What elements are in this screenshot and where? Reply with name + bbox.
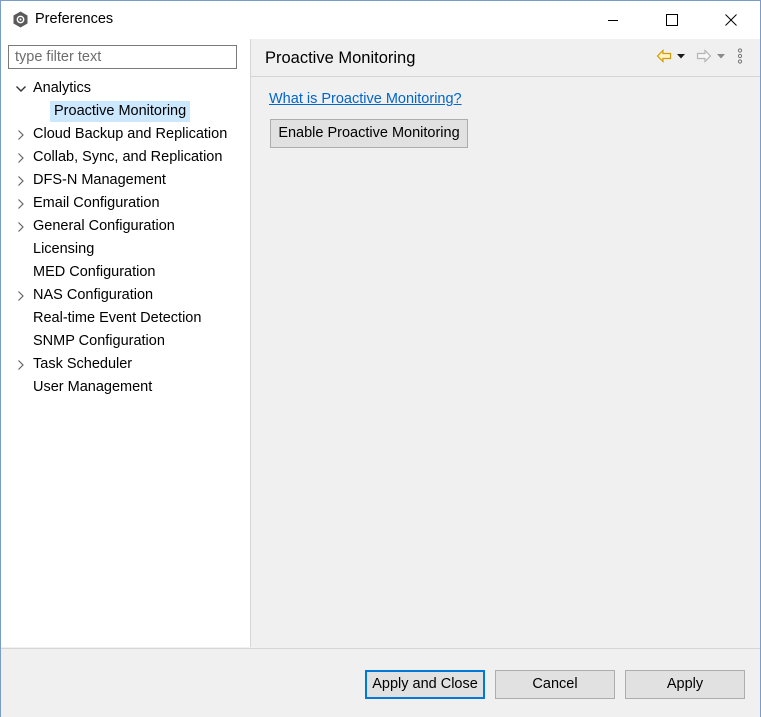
preference-page: Proactive Monitoring What is Proactive M… bbox=[251, 39, 760, 647]
page-header: Proactive Monitoring bbox=[251, 39, 760, 77]
minimize-icon bbox=[608, 20, 618, 21]
chevron-right-icon[interactable] bbox=[15, 198, 27, 210]
tree-item-label: DFS-N Management bbox=[33, 172, 166, 188]
chevron-right-icon[interactable] bbox=[15, 129, 27, 141]
maximize-button[interactable] bbox=[643, 1, 701, 39]
tree-item-label: General Configuration bbox=[33, 218, 175, 234]
chevron-right-icon[interactable] bbox=[15, 175, 27, 187]
tree-item-email[interactable]: Email Configuration bbox=[1, 192, 250, 215]
page-nav-toolbar bbox=[652, 47, 752, 67]
tree-item-label: Task Scheduler bbox=[33, 356, 133, 372]
dialog-footer: Apply and Close Cancel Apply bbox=[1, 648, 760, 717]
tree-item-cloud-backup[interactable]: Cloud Backup and Replication bbox=[1, 123, 250, 146]
tree-item-licensing[interactable]: Licensing bbox=[1, 238, 250, 261]
title-bar: Preferences bbox=[1, 1, 760, 39]
tree-item-label: Real-time Event Detection bbox=[33, 310, 202, 326]
tree-item-user-management[interactable]: User Management bbox=[1, 376, 250, 399]
maximize-icon bbox=[666, 14, 678, 26]
window-title: Preferences bbox=[35, 11, 114, 27]
forward-arrow-icon[interactable] bbox=[696, 47, 712, 65]
tree-item-label: Cloud Backup and Replication bbox=[33, 126, 228, 142]
tree-item-snmp[interactable]: SNMP Configuration bbox=[1, 330, 250, 353]
apply-and-close-button[interactable]: Apply and Close bbox=[365, 670, 485, 699]
chevron-right-icon[interactable] bbox=[15, 152, 27, 164]
back-dropdown-icon[interactable] bbox=[676, 47, 686, 65]
preferences-tree: Analytics Proactive Monitoring Cloud Bac… bbox=[1, 77, 250, 399]
chevron-down-icon[interactable] bbox=[15, 83, 27, 95]
tree-item-label: User Management bbox=[33, 379, 153, 395]
close-button[interactable] bbox=[702, 1, 760, 39]
help-link[interactable]: What is Proactive Monitoring? bbox=[269, 91, 462, 107]
tree-item-label: Analytics bbox=[33, 80, 92, 96]
chevron-right-icon[interactable] bbox=[15, 290, 27, 302]
close-icon bbox=[725, 14, 737, 26]
tree-item-proactive-monitoring[interactable]: Proactive Monitoring bbox=[1, 100, 250, 123]
tree-item-label: Licensing bbox=[33, 241, 95, 257]
tree-item-label: MED Configuration bbox=[33, 264, 156, 280]
tree-item-nas[interactable]: NAS Configuration bbox=[1, 284, 250, 307]
filter-input[interactable] bbox=[8, 45, 237, 69]
apply-button[interactable]: Apply bbox=[625, 670, 745, 699]
tree-item-label: NAS Configuration bbox=[33, 287, 154, 303]
tree-item-collab-sync[interactable]: Collab, Sync, and Replication bbox=[1, 146, 250, 169]
preferences-nav-pane: Analytics Proactive Monitoring Cloud Bac… bbox=[1, 39, 251, 647]
tree-item-med[interactable]: MED Configuration bbox=[1, 261, 250, 284]
tree-item-analytics[interactable]: Analytics bbox=[1, 77, 250, 100]
tree-item-task-scheduler[interactable]: Task Scheduler bbox=[1, 353, 250, 376]
chevron-right-icon[interactable] bbox=[15, 221, 27, 233]
tree-item-label: Email Configuration bbox=[33, 195, 160, 211]
tree-item-label: Proactive Monitoring bbox=[50, 101, 191, 122]
tree-item-dfs-n[interactable]: DFS-N Management bbox=[1, 169, 250, 192]
page-title: Proactive Monitoring bbox=[265, 49, 416, 67]
back-arrow-icon[interactable] bbox=[656, 47, 672, 65]
tree-item-label: SNMP Configuration bbox=[33, 333, 165, 349]
preferences-window: Preferences Analytics bbox=[0, 0, 761, 717]
chevron-right-icon[interactable] bbox=[15, 359, 27, 371]
forward-dropdown-icon[interactable] bbox=[716, 47, 726, 65]
tree-item-label: Collab, Sync, and Replication bbox=[33, 149, 223, 165]
tree-item-realtime-event[interactable]: Real-time Event Detection bbox=[1, 307, 250, 330]
app-gear-icon bbox=[12, 11, 29, 28]
enable-proactive-monitoring-button[interactable]: Enable Proactive Monitoring bbox=[270, 119, 468, 148]
cancel-button[interactable]: Cancel bbox=[495, 670, 615, 699]
minimize-button[interactable] bbox=[584, 1, 642, 39]
view-menu-icon[interactable] bbox=[736, 47, 744, 65]
tree-item-general[interactable]: General Configuration bbox=[1, 215, 250, 238]
